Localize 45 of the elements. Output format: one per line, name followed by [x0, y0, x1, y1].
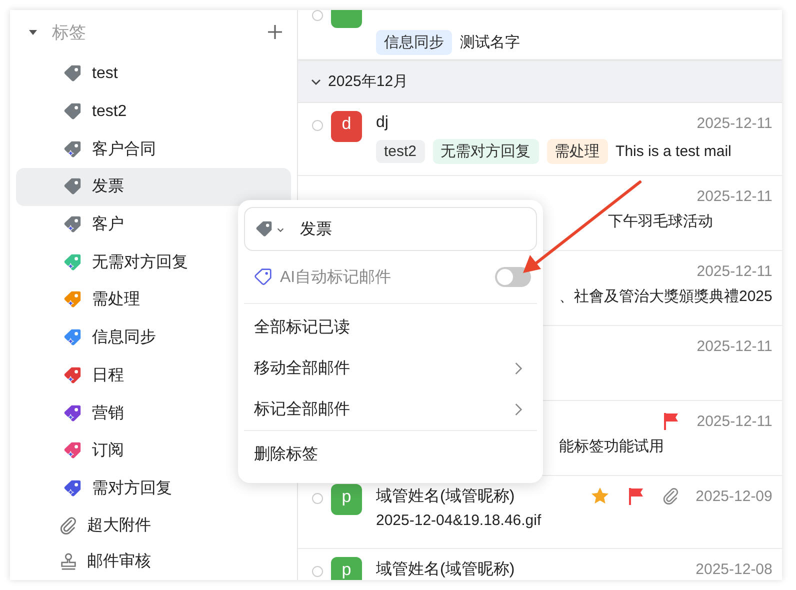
- add-icon[interactable]: [267, 24, 283, 40]
- tag-name-field[interactable]: 发票: [244, 207, 537, 251]
- mail-preview: 2025-12-04&19.18.46.gif: [376, 512, 542, 529]
- sidebar-item[interactable]: 邮件审核: [16, 543, 291, 580]
- section-title: 标签: [52, 22, 87, 44]
- mail-date: 2025-12-11: [696, 412, 772, 430]
- avatar: p: [331, 484, 362, 515]
- mail-preview: 下午羽毛球活动: [608, 212, 713, 231]
- mail-date: 2025-12-11: [696, 188, 772, 204]
- stamp-icon: [59, 552, 78, 571]
- tag-chip: test2: [376, 140, 425, 163]
- sidebar-item[interactable]: 超大附件: [16, 507, 291, 544]
- mail-date: 2025-12-11: [696, 114, 772, 132]
- paperclip-icon: [59, 516, 78, 535]
- mail-date: 2025-12-11: [696, 262, 772, 280]
- menu-item[interactable]: 移动全部邮件: [244, 348, 537, 389]
- ai-tag-icon: [254, 268, 272, 286]
- mail-preview: 能标签功能试用: [559, 437, 664, 456]
- avatar: p: [331, 557, 362, 580]
- mail-row[interactable]: d dj 2025-12-11 test2 无需对方回复 需处理 This is a test mail: [298, 103, 782, 176]
- mail-date: 2025-12-08: [696, 560, 772, 578]
- sender-name: dj: [376, 114, 388, 132]
- caret-icon[interactable]: [28, 27, 38, 37]
- mail-preview: 测试名字: [460, 33, 520, 52]
- sidebar-item[interactable]: 发票: [16, 168, 291, 206]
- sidebar-item[interactable]: 客户合同: [16, 130, 291, 168]
- mail-date: 2025-12-11: [696, 338, 772, 354]
- mail-date: 2025-12-09: [696, 488, 772, 504]
- tag-chip: 信息同步: [376, 30, 452, 55]
- sender-name: 域管姓名(域管昵称): [376, 486, 515, 506]
- tag-icon: [255, 220, 273, 238]
- sidebar-item[interactable]: test2: [16, 92, 291, 130]
- tag-chip: 需处理: [546, 139, 608, 164]
- month-label: 2025年12月: [328, 72, 408, 91]
- star-icon[interactable]: [590, 486, 610, 506]
- sidebar-item[interactable]: test: [16, 55, 291, 93]
- sender-name: 域管姓名(域管昵称): [376, 560, 515, 580]
- mail-preview: 、社會及管治大獎頒獎典禮2025: [559, 287, 772, 306]
- menu-item[interactable]: 标记全部邮件: [244, 389, 537, 430]
- tag-chip: 无需对方回复: [432, 139, 539, 164]
- tag-name-input[interactable]: 发票: [300, 220, 480, 238]
- mail-preview: This is a test mail: [616, 143, 732, 160]
- mail-row[interactable]: p 域管姓名(域管昵称) 2025-12-08: [298, 549, 782, 580]
- avatar: d: [331, 111, 362, 142]
- toggle-switch[interactable]: [495, 267, 531, 287]
